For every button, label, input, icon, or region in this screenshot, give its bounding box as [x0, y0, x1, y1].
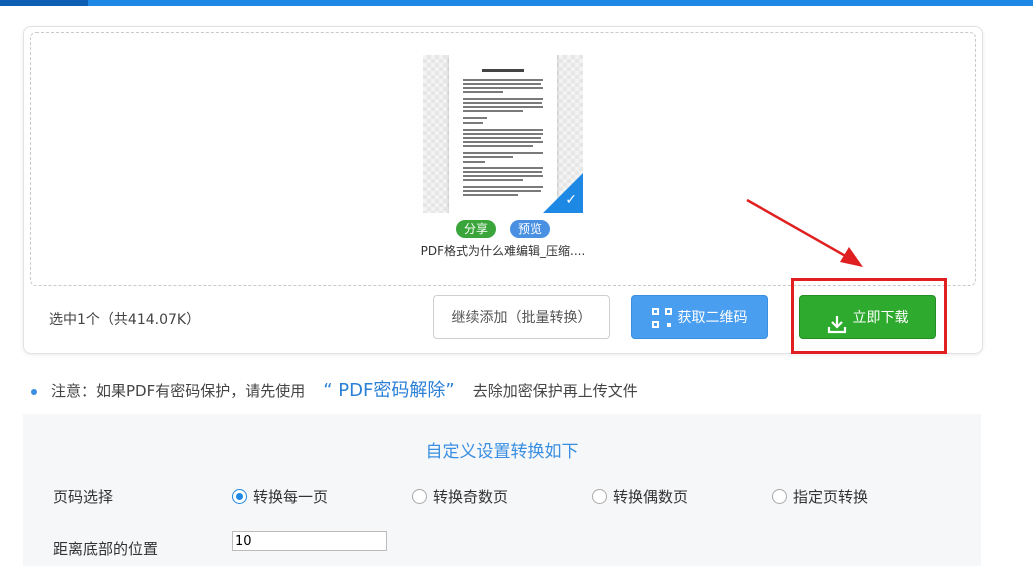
pdf-unlock-link[interactable]: “ PDF密码解除”	[323, 380, 454, 401]
conversion-settings: 自定义设置转换如下 页码选择 转换每一页 转换奇数页 转换偶数页 指定页转换 距…	[23, 414, 981, 566]
password-note: 注意：如果PDF有密码保护，请先使用 “ PDF密码解除” 去除加密保护再上传文件	[31, 376, 638, 402]
preview-button[interactable]: 预览	[510, 220, 550, 238]
selected-count: 选中1个（共414.07K）	[49, 312, 201, 328]
bullet-dot	[31, 388, 37, 395]
continue-add-label: 继续添加（批量转换）	[451, 310, 592, 326]
radio-button[interactable]	[592, 489, 607, 504]
note-suffix: 去除加密保护再上传文件	[472, 382, 638, 400]
continue-add-button[interactable]: 继续添加（批量转换）	[433, 295, 610, 339]
radio-button[interactable]	[232, 489, 247, 504]
checkmark-icon: ✓	[565, 192, 577, 208]
radio-button[interactable]	[772, 489, 787, 504]
qrcode-icon	[651, 308, 672, 328]
settings-title: 自定义设置转换如下	[425, 442, 579, 462]
radio-button[interactable]	[412, 489, 427, 504]
file-thumbnail[interactable]: ✓	[423, 55, 583, 213]
pdf-page-preview	[449, 55, 557, 213]
radio-odd-pages[interactable]: 转换奇数页	[412, 486, 508, 507]
note-prefix: 注意：如果PDF有密码保护，请先使用	[51, 382, 306, 400]
share-button[interactable]: 分享	[456, 220, 496, 238]
get-qrcode-button[interactable]: 获取二维码	[631, 295, 768, 339]
radio-even-pages[interactable]: 转换偶数页	[592, 486, 688, 507]
file-name: PDF格式为什么难编辑_压缩....	[420, 244, 586, 258]
radio-specified-pages[interactable]: 指定页转换	[772, 486, 868, 507]
page-select-label: 页码选择	[53, 488, 114, 506]
get-qrcode-label: 获取二维码	[677, 310, 748, 326]
radio-every-page[interactable]: 转换每一页	[232, 486, 328, 507]
highlight-box	[791, 278, 947, 354]
bottom-distance-label: 距离底部的位置	[53, 540, 159, 558]
top-progress-bar	[0, 0, 1033, 6]
selected-corner	[543, 173, 583, 213]
bottom-distance-input[interactable]	[232, 531, 387, 551]
